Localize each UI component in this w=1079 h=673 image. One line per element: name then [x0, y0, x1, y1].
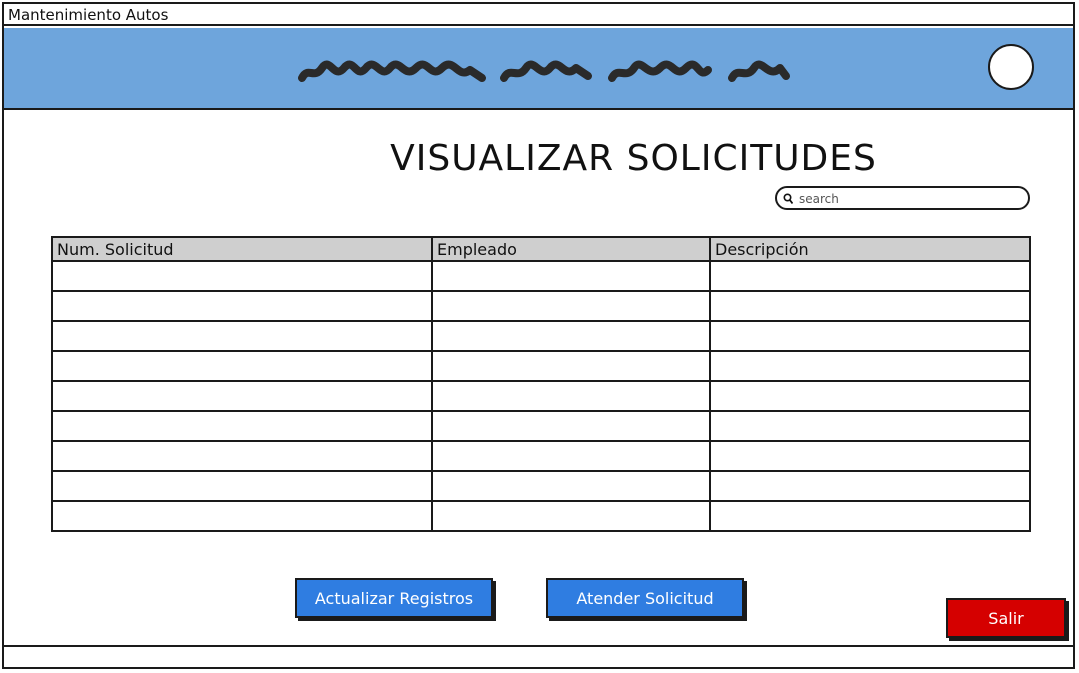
app-window: Mantenimiento Autos VISUALIZAR SOLICITUD…	[2, 2, 1075, 669]
column-header-descripcion[interactable]: Descripción	[709, 237, 1030, 262]
requests-table: Num. Solicitud Empleado Descripción	[51, 236, 1031, 532]
table-cell	[709, 411, 1030, 442]
header-avatar-circle[interactable]	[988, 44, 1034, 90]
table-cell	[52, 291, 432, 322]
table-cell	[52, 381, 432, 412]
scribbled-header-text	[298, 60, 790, 82]
table-cell	[52, 501, 432, 532]
page-title: VISUALIZAR SOLICITUDES	[390, 138, 877, 179]
table-row[interactable]	[52, 351, 1030, 382]
table-cell	[431, 381, 710, 412]
table-row[interactable]	[52, 501, 1030, 532]
table-cell	[709, 321, 1030, 352]
attend-request-button[interactable]: Atender Solicitud	[546, 578, 744, 618]
table-cell	[431, 261, 710, 292]
table-cell	[52, 261, 432, 292]
column-header-num-solicitud[interactable]: Num. Solicitud	[52, 237, 432, 262]
window-title: Mantenimiento Autos	[4, 4, 1073, 26]
table-cell	[52, 351, 432, 382]
column-header-empleado[interactable]: Empleado	[431, 237, 710, 262]
table-row[interactable]	[52, 411, 1030, 442]
table-cell	[709, 351, 1030, 382]
table-cell	[431, 321, 710, 352]
table-cell	[709, 441, 1030, 472]
table-cell	[709, 471, 1030, 502]
exit-button[interactable]: Salir	[946, 598, 1066, 638]
table-cell	[52, 441, 432, 472]
table-cell	[709, 291, 1030, 322]
search-field[interactable]	[775, 186, 1030, 210]
table-cell	[709, 381, 1030, 412]
table-cell	[709, 261, 1030, 292]
table-row[interactable]	[52, 321, 1030, 352]
header-banner	[4, 28, 1073, 110]
table-cell	[52, 321, 432, 352]
table-cell	[431, 441, 710, 472]
table-row[interactable]	[52, 291, 1030, 322]
table-header-row: Num. Solicitud Empleado Descripción	[52, 237, 1030, 262]
table-row[interactable]	[52, 381, 1030, 412]
table-cell	[431, 411, 710, 442]
table-cell	[709, 501, 1030, 532]
update-records-button[interactable]: Actualizar Registros	[295, 578, 493, 618]
search-input[interactable]	[797, 189, 1021, 209]
table-cell	[431, 351, 710, 382]
table-row[interactable]	[52, 261, 1030, 292]
table-row[interactable]	[52, 471, 1030, 502]
table-cell	[431, 471, 710, 502]
table-cell	[431, 291, 710, 322]
table-cell	[431, 501, 710, 532]
table-cell	[52, 411, 432, 442]
table-cell	[52, 471, 432, 502]
table-row[interactable]	[52, 441, 1030, 472]
footer-bar	[4, 645, 1073, 667]
search-icon	[783, 193, 793, 205]
